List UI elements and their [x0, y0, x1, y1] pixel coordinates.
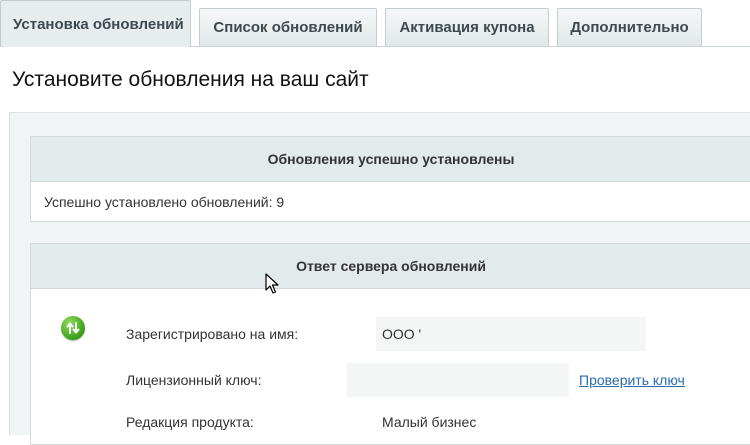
tab-additional[interactable]: Дополнительно [557, 8, 702, 46]
mouse-cursor-icon [265, 273, 279, 300]
tab-label: Установка обновлений [13, 15, 184, 33]
product-edition-label: Редакция продукта: [126, 414, 254, 430]
redacted-license-key [347, 363, 569, 397]
updates-arrows-icon [61, 316, 85, 340]
tab-coupon-activation[interactable]: Активация купона [385, 8, 549, 46]
check-key-link[interactable]: Проверить ключ [579, 372, 685, 388]
page-title: Установите обновления на ваш сайт [12, 68, 369, 91]
tab-install-updates[interactable]: Установка обновлений [0, 0, 191, 47]
result-block: Обновления успешно установлены Успешно у… [30, 136, 750, 222]
result-body: Успешно установлено обновлений: 9 [31, 182, 750, 221]
tab-label: Список обновлений [213, 19, 363, 36]
server-response-block: Ответ сервера обновлений Зарегистрирован… [30, 243, 750, 445]
server-response-header: Ответ сервера обновлений [31, 244, 750, 289]
result-header: Обновления успешно установлены [31, 137, 750, 182]
server-response-body: Зарегистрировано на имя: ООО ' Лицензион… [31, 289, 750, 444]
registered-name-label: Зарегистрировано на имя: [126, 326, 299, 342]
registered-name-value: ООО ' [382, 326, 422, 342]
license-key-label: Лицензионный ключ: [126, 372, 262, 388]
installed-count-text: Успешно установлено обновлений: 9 [44, 193, 285, 210]
content-panel: Обновления успешно установлены Успешно у… [9, 112, 750, 445]
tab-update-list[interactable]: Список обновлений [199, 8, 377, 46]
tab-bar: Установка обновлений Список обновлений А… [0, 0, 750, 47]
product-edition-value: Малый бизнес [382, 414, 477, 430]
tab-label: Дополнительно [570, 19, 689, 36]
tab-label: Активация купона [399, 19, 535, 36]
